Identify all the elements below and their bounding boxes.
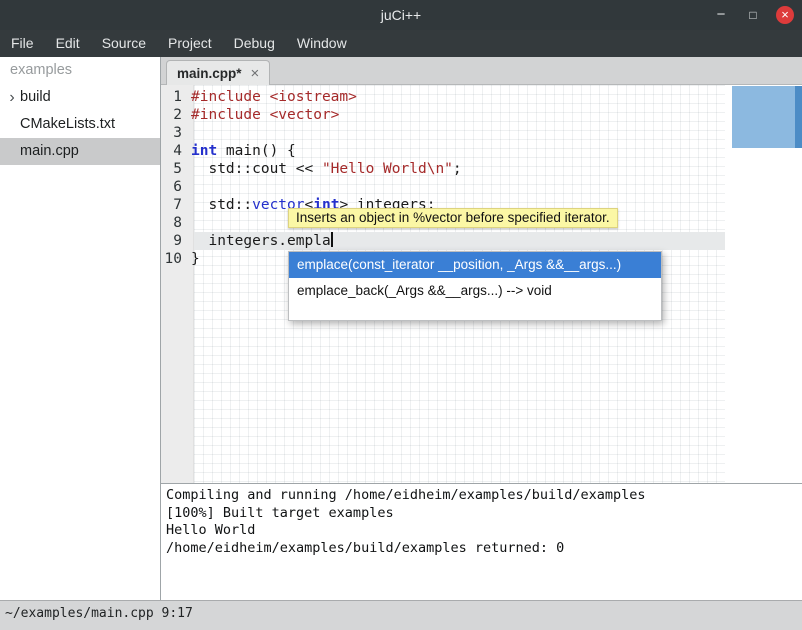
line-number: 5 — [161, 160, 188, 178]
code-text: } — [188, 250, 200, 268]
tree-label: CMakeLists.txt — [20, 111, 115, 138]
output-line: /home/eidheim/examples/build/examples re… — [166, 540, 797, 558]
close-icon[interactable]: × — [776, 6, 794, 24]
sidebar-item-cmakelists-txt[interactable]: CMakeLists.txt — [0, 111, 160, 138]
menu-item-file[interactable]: File — [0, 30, 45, 57]
completion-item[interactable]: emplace_back(_Args &&__args...) --> void — [289, 278, 661, 304]
menu-item-source[interactable]: Source — [91, 30, 157, 57]
status-bar: ~/examples/main.cpp 9:17 — [0, 600, 802, 630]
code-text: integers.empla — [188, 232, 333, 250]
line-number: 2 — [161, 106, 188, 124]
output-line: Compiling and running /home/eidheim/exam… — [166, 487, 797, 505]
file-tree-sidebar: examples ›buildCMakeLists.txtmain.cpp — [0, 57, 161, 600]
code-text — [188, 214, 191, 232]
code-line-5[interactable]: 5 std::cout << "Hello World\n"; — [161, 160, 802, 178]
status-text: ~/examples/main.cpp 9:17 — [5, 606, 193, 621]
line-number: 8 — [161, 214, 188, 232]
sidebar-item-build[interactable]: ›build — [0, 84, 160, 111]
tree-label: main.cpp — [20, 138, 79, 165]
menu-item-edit[interactable]: Edit — [45, 30, 91, 57]
line-number: 4 — [161, 142, 188, 160]
maximize-icon[interactable]: □ — [744, 6, 762, 24]
code-text: std::cout << "Hello World\n"; — [188, 160, 462, 178]
file-tree: ›buildCMakeLists.txtmain.cpp — [0, 84, 160, 165]
code-text: int main() { — [188, 142, 296, 160]
output-panel: Compiling and running /home/eidheim/exam… — [161, 483, 802, 600]
output-line: Hello World — [166, 522, 797, 540]
project-name-label: examples — [0, 57, 160, 84]
line-number: 7 — [161, 196, 188, 214]
menu-item-project[interactable]: Project — [157, 30, 223, 57]
code-line-3[interactable]: 3 — [161, 124, 802, 142]
code-line-1[interactable]: 1#include <iostream> — [161, 88, 802, 106]
line-number: 9 — [161, 232, 188, 250]
completion-item[interactable]: emplace(const_iterator __position, _Args… — [289, 252, 661, 278]
text-cursor — [331, 232, 333, 247]
menubar: FileEditSourceProjectDebugWindow — [0, 30, 802, 57]
code-line-9[interactable]: 9 integers.empla — [161, 232, 802, 250]
tab-label: main.cpp* — [177, 66, 242, 81]
tab-close-icon[interactable]: × — [251, 65, 260, 82]
code-line-4[interactable]: 4int main() { — [161, 142, 802, 160]
scroll-overview[interactable] — [732, 86, 795, 148]
code-editor[interactable]: 1#include <iostream>2#include <vector>34… — [161, 85, 802, 483]
menu-item-window[interactable]: Window — [286, 30, 358, 57]
code-line-2[interactable]: 2#include <vector> — [161, 106, 802, 124]
sidebar-item-main-cpp[interactable]: main.cpp — [0, 138, 160, 165]
scrollbar-thumb-icon[interactable] — [795, 86, 802, 148]
minimize-icon[interactable]: − — [712, 6, 730, 24]
app-window: juCi++ − □ × FileEditSourceProjectDebugW… — [0, 0, 802, 630]
line-number: 10 — [161, 250, 188, 268]
code-line-6[interactable]: 6 — [161, 178, 802, 196]
code-text — [188, 124, 191, 142]
tab-bar: main.cpp* × — [161, 57, 802, 85]
menu-item-debug[interactable]: Debug — [223, 30, 286, 57]
autocomplete-popup: emplace(const_iterator __position, _Args… — [288, 251, 662, 321]
code-text: #include <vector> — [188, 106, 339, 124]
line-number: 3 — [161, 124, 188, 142]
code-text — [188, 178, 191, 196]
line-number: 6 — [161, 178, 188, 196]
window-title: juCi++ — [0, 0, 802, 30]
doc-tooltip: Inserts an object in %vector before spec… — [288, 208, 618, 228]
tree-label: build — [20, 84, 51, 111]
tab-main-cpp[interactable]: main.cpp* × — [166, 60, 270, 85]
code-text: #include <iostream> — [188, 88, 357, 106]
line-number: 1 — [161, 88, 188, 106]
titlebar[interactable]: juCi++ − □ × — [0, 0, 802, 30]
window-controls: − □ × — [712, 0, 794, 30]
expander-icon[interactable]: › — [4, 84, 20, 111]
code-lines: 1#include <iostream>2#include <vector>34… — [161, 85, 802, 268]
output-line: [100%] Built target examples — [166, 505, 797, 523]
